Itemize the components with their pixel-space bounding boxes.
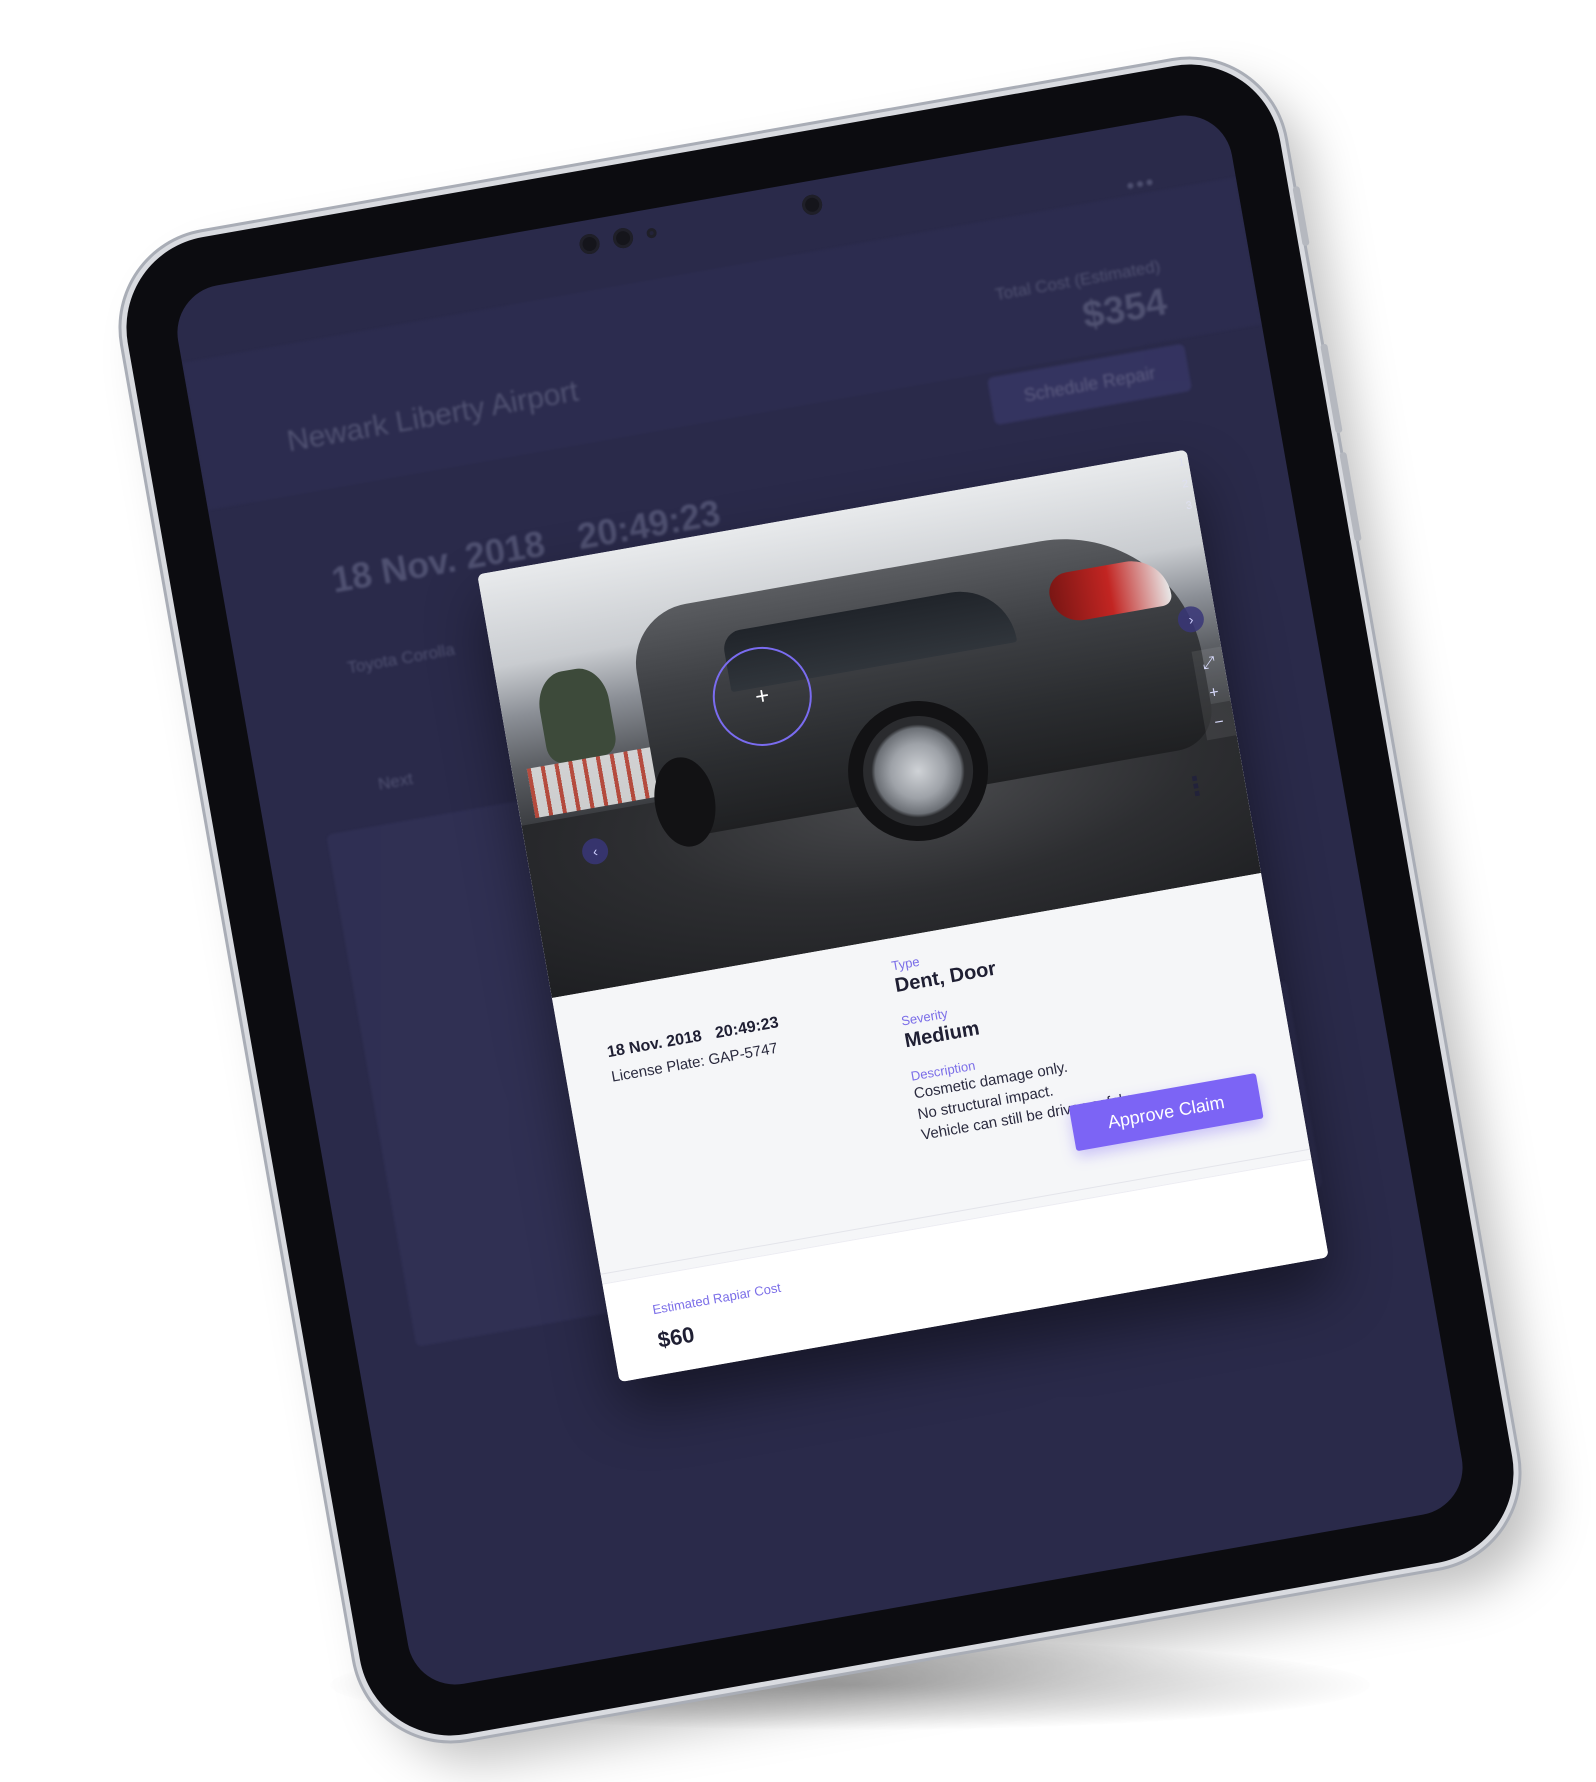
sensor-icon bbox=[645, 227, 658, 239]
camera-icon bbox=[578, 232, 602, 256]
chevron-right-icon: › bbox=[1187, 611, 1195, 628]
damage-marker-plus-icon: + bbox=[752, 681, 772, 711]
car-model: Toyota Corolla bbox=[345, 639, 457, 678]
zoom-out-icon[interactable]: − bbox=[1202, 706, 1237, 741]
photo-page-2[interactable]: 2 bbox=[1181, 478, 1189, 491]
tablet-device: ••• Newark Liberty Airport Total Cost (E… bbox=[111, 49, 1529, 1751]
camera-icon bbox=[800, 193, 824, 217]
more-options-icon[interactable]: ⋮ bbox=[1181, 769, 1212, 803]
estimated-cost-label: Estimated Rapiar Cost bbox=[651, 1279, 783, 1318]
damage-detail-modal: + ‹ › 1 2 3 ⤢ + − ⋮ 18 Nov. 2018 20:49:23 bbox=[477, 449, 1329, 1383]
chevron-left-icon: ‹ bbox=[591, 843, 599, 860]
photo-page-3[interactable]: 3 bbox=[1185, 499, 1193, 512]
ellipsis-icon[interactable]: ••• bbox=[1124, 169, 1157, 200]
photo-tree bbox=[533, 664, 619, 765]
camera-icon bbox=[611, 226, 635, 250]
photo-page-1[interactable]: 1 bbox=[1177, 456, 1185, 469]
next-label: Next bbox=[376, 769, 415, 794]
claim-time: 20:49:23 bbox=[713, 1014, 780, 1043]
estimated-cost-value: $60 bbox=[655, 1321, 697, 1353]
